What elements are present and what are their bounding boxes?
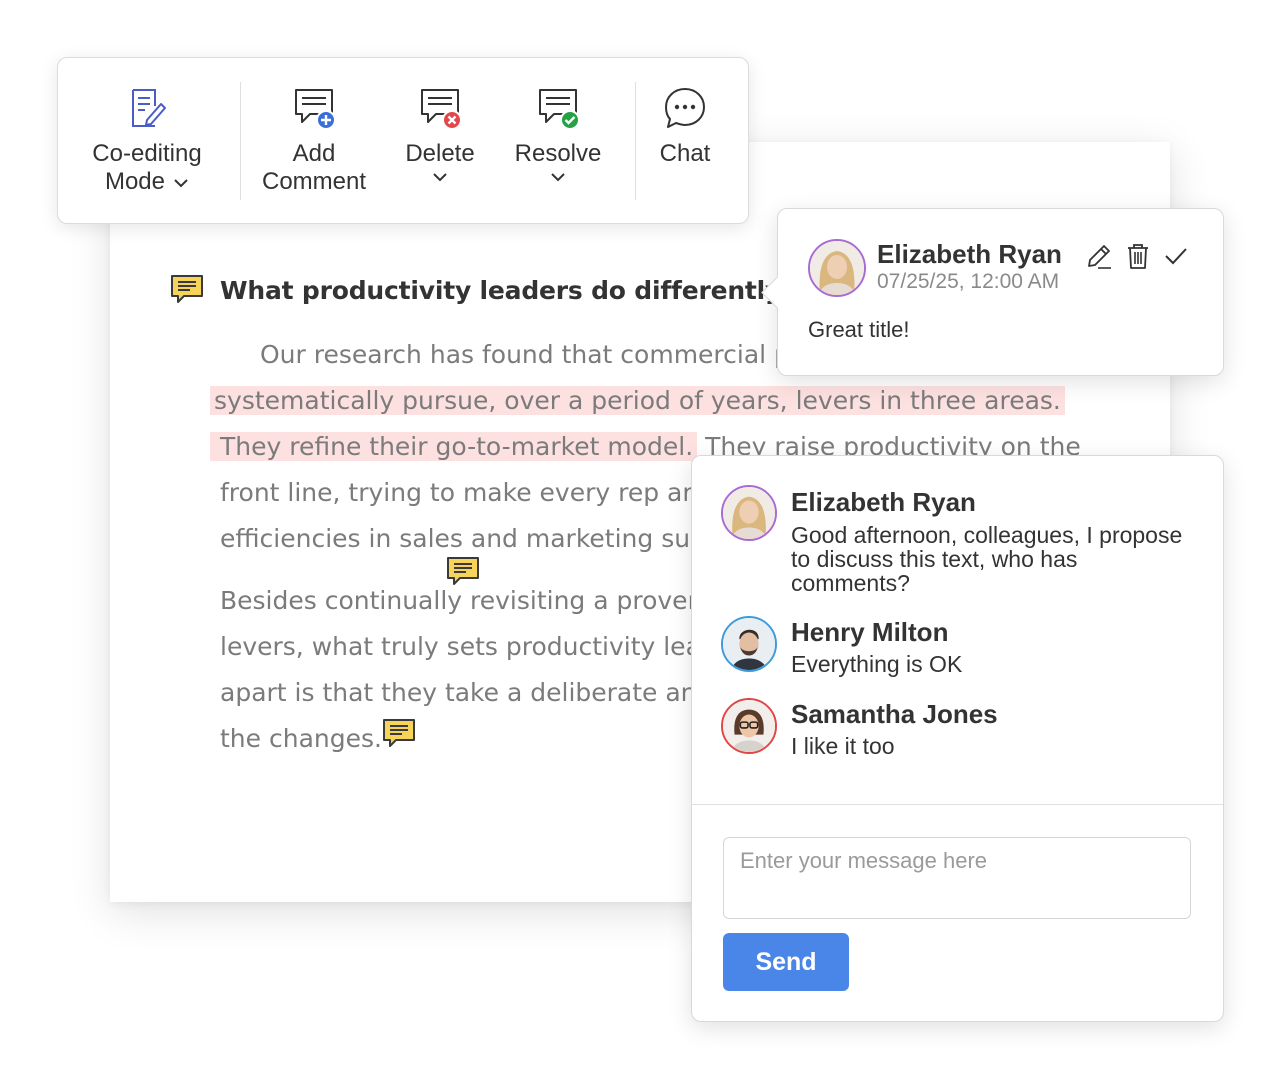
avatar [721,616,777,672]
send-button[interactable]: Send [723,933,849,991]
add-comment-label-line1: Add [292,140,336,167]
chat-divider [692,804,1223,805]
chevron-down-icon [551,173,565,182]
trash-icon[interactable] [1124,242,1152,270]
comment-marker-icon[interactable] [382,718,416,748]
comment-text: Great title! [808,317,910,342]
delete-label: Delete [405,140,475,167]
message-input[interactable] [723,837,1191,919]
paragraph-line: levers, what truly sets productivity lea… [220,632,717,661]
chat-bubble-icon [665,88,705,128]
document-heading: What productivity leaders do differently [220,276,782,305]
toolbar-divider [635,82,636,200]
edit-document-icon [132,89,166,127]
delete-comment-icon [421,89,462,130]
message-text: Good afternoon, colleagues, I propose to… [791,522,1183,596]
message-author: Henry Milton [791,617,949,647]
comment-popup: Elizabeth Ryan 07/25/25, 12:00 AM Great … [761,208,1224,376]
avatar [808,239,866,297]
add-comment-icon [295,89,336,130]
message-author: Elizabeth Ryan [791,487,976,517]
delete-comment-button[interactable]: Delete [388,86,492,182]
coediting-label: Co-editing Mode [86,140,208,196]
pencil-icon[interactable] [1085,242,1113,270]
message-text: I like it too [791,733,895,759]
chat-button[interactable]: Chat [652,86,718,168]
resolve-label: Resolve [514,140,602,167]
chat-panel: Elizabeth Ryan Good afternoon, colleague… [691,455,1224,1022]
review-toolbar: Co-editing Mode Add Comment Delete Resol… [57,57,749,224]
add-comment-label-line2: Comment [261,168,367,195]
highlighted-text[interactable]: systematically pursue, over a period of … [210,386,1065,415]
paragraph-line: Besides continually revisiting a proven [220,586,704,615]
avatar [721,485,777,541]
avatar [721,698,777,754]
comment-author: Elizabeth Ryan [877,239,1062,269]
checkmark-icon[interactable] [1162,242,1190,270]
toolbar-divider [240,82,241,200]
message-text: Everything is OK [791,651,963,677]
comment-marker-icon[interactable] [170,274,204,304]
paragraph-2: Besides continually revisiting a proven … [220,578,717,762]
resolve-comment-icon [539,89,580,130]
paragraph-line: the changes. [220,724,382,753]
coediting-label-line1: Co-editing [92,140,202,167]
paragraph-line: apart is that they take a deliberate and [220,678,713,707]
chevron-down-icon [433,173,447,182]
chevron-down-icon [174,178,188,188]
message-author: Samantha Jones [791,699,998,729]
add-comment-button[interactable]: Add Comment [254,86,374,196]
resolve-comment-button[interactable]: Resolve [508,86,608,182]
comment-date: 07/25/25, 12:00 AM [877,270,1060,293]
coediting-label-line2: Mode [104,168,166,195]
add-comment-label: Add Comment [254,140,374,196]
coediting-mode-button[interactable]: Co-editing Mode [86,86,208,196]
highlighted-text[interactable]: They refine their go-to-market model. [210,432,698,461]
chat-label: Chat [659,140,711,167]
